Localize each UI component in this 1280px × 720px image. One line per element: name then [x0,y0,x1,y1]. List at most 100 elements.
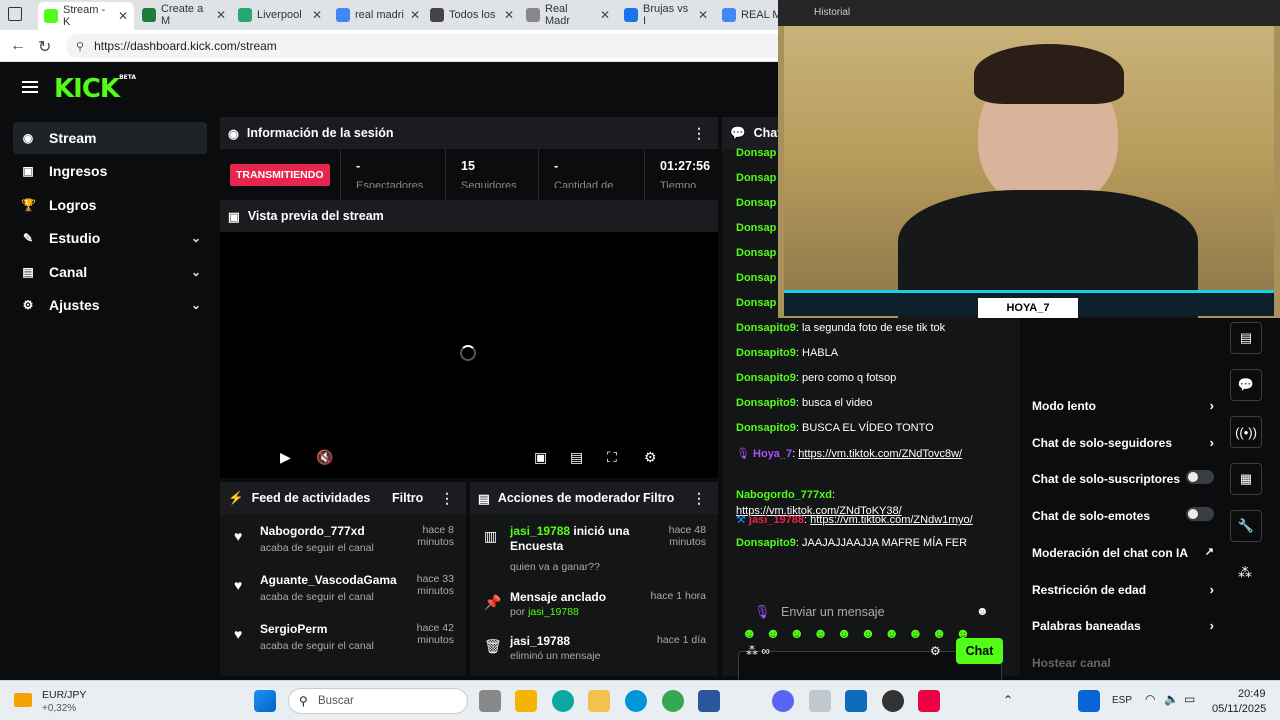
chat-setting-modo-lento[interactable]: Modo lento › [1032,398,1214,413]
play-icon[interactable]: ▶ [280,449,291,466]
sidebar-item-logros[interactable]: 🏆 Logros [13,189,207,221]
clock-time[interactable]: 20:49 [1238,688,1266,700]
hp-icon[interactable] [625,690,647,712]
emoji-icon[interactable]: ☻ [976,604,989,618]
chat-setting-moderación-del-chat-con-ia[interactable]: Moderación del chat con IA ↗ [1032,546,1214,560]
tab-close-icon[interactable]: ✕ [504,8,514,22]
theater-mode-icon[interactable]: ▤ [570,449,583,466]
chat-setting-chat-de-solo-suscriptores[interactable]: Chat de solo-suscriptores [1032,470,1214,486]
hamburger-menu-icon[interactable] [22,78,38,96]
tab-close-icon[interactable]: ✕ [216,8,226,22]
store-icon[interactable] [515,690,537,712]
chat-username[interactable]: Donsap [736,172,776,184]
chat-username[interactable]: Donsap [736,247,776,259]
activity-user[interactable]: SergioPerm [260,622,327,636]
chat-username[interactable]: Donsap [736,147,776,159]
tab-close-icon[interactable]: ✕ [698,8,708,22]
obs-icon[interactable] [882,690,904,712]
broadcast-icon[interactable]: ((•)) [1230,416,1262,448]
browser-tab[interactable]: Stream - K ✕ [38,2,134,30]
chat-setting-chat-de-solo-seguidores[interactable]: Chat de solo-seguidores › [1032,435,1214,450]
chat-username[interactable]: Hoya_7 [753,448,792,460]
sidebar-item-stream[interactable]: ◉ Stream [13,122,207,154]
chat-setting-chat-de-solo-emotes[interactable]: Chat de solo-emotes [1032,507,1214,523]
settings-gear-icon[interactable]: ⚙ [644,449,657,466]
wifi-icon[interactable]: ◠ [1145,692,1155,706]
wrench-icon[interactable]: 🔧 [1230,510,1262,542]
site-info-icon[interactable]: ⚲ [76,40,84,53]
stock-name[interactable]: EUR/JPY [42,689,86,701]
language-indicator[interactable]: ESP [1112,695,1132,706]
pip-icon[interactable]: ▣ [534,449,547,466]
webcam-overlay-window[interactable]: Historial HOYA_7 [778,0,1280,318]
mic-active-icon[interactable] [1078,690,1100,712]
tab-close-icon[interactable]: ✕ [600,8,610,22]
notes-icon[interactable]: ▤ [1230,322,1262,354]
back-icon[interactable]: ← [10,37,26,55]
apps-icon[interactable]: ⁂ [1238,564,1252,581]
activity-user[interactable]: Nabogordo_777xd [260,524,365,538]
chat-username[interactable]: Nabogordo_777xd [736,489,832,501]
sidebar-item-canal[interactable]: ▤ Canal ⌄ [13,256,207,288]
chat-icon[interactable]: 💬 [1230,369,1262,401]
mute-icon[interactable]: 🔇 [316,449,333,466]
browser-tab[interactable]: Liverpool ✕ [232,4,328,26]
session-menu-icon[interactable]: ⋮ [692,125,706,142]
window-menu-icon[interactable] [8,7,22,21]
reload-icon[interactable]: ↻ [38,37,51,57]
outlook-icon[interactable] [845,690,867,712]
chat-username[interactable]: Donsapito9 [736,322,796,334]
chat-setting-restricción-de-edad[interactable]: Restricción de edad › [1032,582,1214,597]
kick-logo[interactable]: KICKBETA [54,74,136,104]
url-field[interactable]: ⚲ https://dashboard.kick.com/stream [66,34,786,58]
windows-start-icon[interactable] [254,690,276,712]
browser-tab[interactable]: Todos los ✕ [424,4,520,26]
tab-close-icon[interactable]: ✕ [312,8,322,22]
task-view-icon[interactable] [479,690,501,712]
chat-settings-gear-icon[interactable]: ⚙ [930,644,941,658]
sidebar-item-estudio[interactable]: ✎ Estudio ⌄ [13,222,207,254]
edge-icon[interactable] [552,690,574,712]
chat-link[interactable]: https://vm.tiktok.com/ZNdTovc8w/ [798,448,962,460]
chat-setting-palabras-baneadas[interactable]: Palabras baneadas › [1032,618,1214,633]
app-icon[interactable] [809,690,831,712]
toggle-switch[interactable] [1186,470,1214,485]
moderator-menu-icon[interactable]: ⋮ [692,490,706,507]
toggle-switch[interactable] [1186,507,1214,522]
chrome-icon[interactable] [662,690,684,712]
chat-username[interactable]: Donsap [736,197,776,209]
battery-icon[interactable]: ▭ [1184,692,1195,706]
show-hidden-icons[interactable]: ⌃ [1003,693,1013,707]
chat-username[interactable]: Donsapito9 [736,372,796,384]
snipping-icon[interactable] [918,690,940,712]
volume-icon[interactable]: 🔈 [1164,692,1179,706]
chat-username[interactable]: Donsapito9 [736,397,796,409]
taskbar-search-box[interactable]: ⚲ Buscar [288,688,468,714]
chat-username[interactable]: jasi_19788 [749,514,804,526]
explorer-icon[interactable] [588,690,610,712]
tab-close-icon[interactable]: ✕ [410,8,420,22]
sidebar-item-ajustes[interactable]: ⚙ Ajustes ⌄ [13,289,207,321]
word-icon[interactable] [698,690,720,712]
chat-username[interactable]: Donsapito9 [736,347,796,359]
activity-filter-button[interactable]: Filtro [392,491,423,505]
chat-username[interactable]: Donsapito9 [736,537,796,549]
discord-icon[interactable] [772,690,794,712]
browser-tab[interactable]: Real Madr ✕ [520,3,616,27]
layout-icon[interactable]: ▦ [1230,463,1262,495]
chat-username[interactable]: Donsap [736,297,776,309]
chat-username[interactable]: Donsapito9 [736,422,796,434]
browser-tab[interactable]: real madri ✕ [330,4,426,26]
moderator-filter-button[interactable]: Filtro [643,491,674,505]
fullscreen-icon[interactable]: ⛶ [607,449,617,466]
tab-close-icon[interactable]: ✕ [118,9,128,23]
browser-tab[interactable]: Create a M ✕ [136,3,232,27]
send-chat-button[interactable]: Chat [956,638,1003,664]
mic-icon[interactable]: 🎙 [754,604,771,620]
chat-username[interactable]: Donsap [736,222,776,234]
chat-username[interactable]: Donsap [736,272,776,284]
activity-user[interactable]: Aguante_VascodaGama [260,573,397,587]
clock-date[interactable]: 05/11/2025 [1212,703,1266,715]
activity-menu-icon[interactable]: ⋮ [440,490,454,507]
sidebar-item-ingresos[interactable]: ▣ Ingresos [13,155,207,187]
